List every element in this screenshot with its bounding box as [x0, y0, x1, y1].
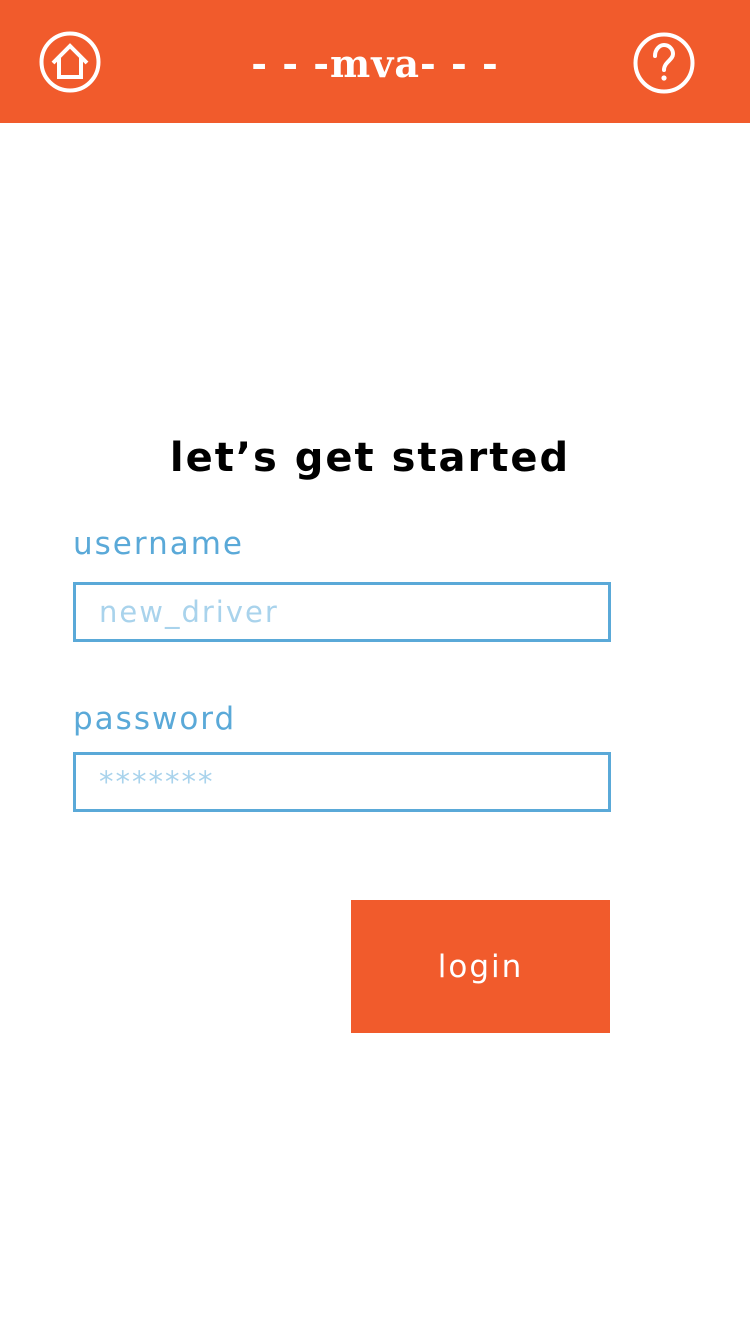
password-label: password — [73, 701, 237, 737]
username-label: username — [73, 526, 244, 562]
username-input[interactable] — [76, 585, 608, 639]
password-input[interactable] — [76, 755, 608, 809]
help-button[interactable] — [633, 32, 695, 94]
username-field-box — [73, 582, 611, 642]
password-field-box — [73, 752, 611, 812]
top-bar: - - -mva- - - — [0, 0, 750, 123]
help-icon — [633, 32, 695, 94]
login-button[interactable]: login — [351, 900, 610, 1033]
page-title: let’s get started — [169, 435, 571, 481]
